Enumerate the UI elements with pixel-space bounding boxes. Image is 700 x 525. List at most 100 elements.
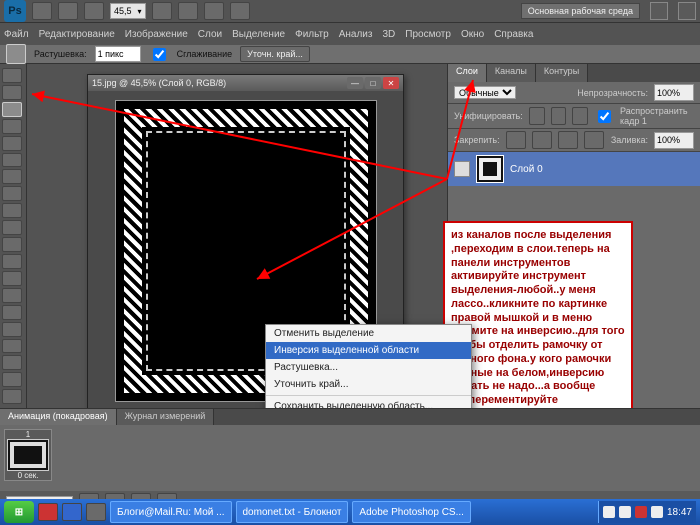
tab-paths[interactable]: Контуры [536, 64, 588, 82]
menu-select[interactable]: Выделение [232, 29, 285, 40]
layer-thumbnail[interactable] [476, 155, 504, 183]
bottom-panels: Анимация (покадровая) Журнал измерений 1… [0, 408, 700, 499]
unify-style-icon[interactable] [572, 107, 588, 125]
start-button[interactable]: ⊞ [4, 501, 34, 523]
unify-row: Унифицировать: Распространить кадр 1 [448, 104, 700, 129]
opacity-input[interactable] [654, 84, 694, 101]
antialias-checkbox[interactable] [153, 48, 166, 61]
task-button[interactable]: domonet.txt - Блокнот [236, 501, 349, 523]
lock-move-icon[interactable] [558, 131, 578, 149]
context-menu-item[interactable]: Инверсия выделенной области [266, 342, 471, 359]
context-menu-item[interactable]: Отменить выделение [266, 325, 471, 342]
animation-frame[interactable]: 1 0 сек. [4, 429, 52, 481]
doc-maximize-icon[interactable]: □ [365, 77, 381, 89]
menu-window[interactable]: Окно [461, 29, 484, 40]
task-button[interactable]: Adobe Photoshop CS... [352, 501, 471, 523]
hand-icon[interactable] [152, 2, 172, 20]
fill-input[interactable] [654, 132, 694, 149]
screen-mode-icon[interactable] [84, 2, 104, 20]
brush-tool-icon[interactable] [2, 186, 22, 201]
wand-tool-icon[interactable] [2, 119, 22, 134]
menu-file[interactable]: Файл [4, 29, 29, 40]
bridge-icon[interactable] [32, 2, 52, 20]
path-tool-icon[interactable] [2, 339, 22, 354]
active-tool-icon[interactable] [6, 44, 26, 64]
task-button[interactable]: Блоги@Mail.Ru: Мой ... [110, 501, 232, 523]
context-menu-item[interactable]: Растушевка... [266, 359, 471, 376]
refine-edge-button[interactable]: Уточн. край... [240, 46, 310, 62]
unify-pos-icon[interactable] [529, 107, 545, 125]
menu-edit[interactable]: Редактирование [39, 29, 115, 40]
feather-input[interactable] [95, 46, 141, 62]
frame-duration[interactable]: 0 сек. [18, 471, 39, 480]
context-menu: Отменить выделениеИнверсия выделенной об… [265, 324, 472, 408]
eraser-tool-icon[interactable] [2, 237, 22, 252]
menu-filter[interactable]: Фильтр [295, 29, 329, 40]
workspace-badge[interactable]: Основная рабочая среда [521, 3, 640, 19]
lock-trans-icon[interactable] [506, 131, 526, 149]
document-titlebar[interactable]: 15.jpg @ 45,5% (Слой 0, RGB/8) — □ ✕ [88, 75, 403, 91]
menu-help[interactable]: Справка [494, 29, 533, 40]
tray-avira-icon[interactable] [635, 506, 647, 518]
type-tool-icon[interactable] [2, 322, 22, 337]
fill-label: Заливка: [611, 135, 648, 145]
stamp-tool-icon[interactable] [2, 203, 22, 218]
hand-tool-icon[interactable] [2, 389, 22, 404]
dodge-tool-icon[interactable] [2, 288, 22, 303]
arrange-icon[interactable] [230, 2, 250, 20]
blur-tool-icon[interactable] [2, 271, 22, 286]
eyedropper-tool-icon[interactable] [2, 153, 22, 168]
menu-view[interactable]: Просмотр [405, 29, 451, 40]
lock-all-icon[interactable] [584, 131, 604, 149]
tab-channels[interactable]: Каналы [487, 64, 536, 82]
toolbox [0, 64, 27, 408]
zoom-combo[interactable]: 45,5 [110, 3, 146, 19]
marquee-tool-icon[interactable] [2, 85, 22, 100]
ws-new-icon[interactable] [650, 2, 668, 20]
doc-close-icon[interactable]: ✕ [383, 77, 399, 89]
menu-image[interactable]: Изображение [125, 29, 188, 40]
gradient-tool-icon[interactable] [2, 254, 22, 269]
menu-analysis[interactable]: Анализ [339, 29, 373, 40]
tray-icon[interactable] [603, 506, 615, 518]
blend-row: Обычные Непрозрачность: [448, 82, 700, 104]
move-tool-icon[interactable] [2, 68, 22, 83]
context-menu-item[interactable]: Сохранить выделенную область... [266, 398, 471, 408]
shape-tool-icon[interactable] [2, 355, 22, 370]
visibility-icon[interactable] [454, 161, 470, 177]
rotate-icon[interactable] [204, 2, 224, 20]
feather-label: Растушевка: [34, 49, 87, 59]
lock-paint-icon[interactable] [532, 131, 552, 149]
document-title: 15.jpg @ 45,5% (Слой 0, RGB/8) [92, 78, 226, 88]
heal-tool-icon[interactable] [2, 169, 22, 184]
windows-taskbar: ⊞ Блоги@Mail.Ru: Мой ... domonet.txt - Б… [0, 499, 700, 525]
unify-vis-icon[interactable] [551, 107, 567, 125]
history-brush-icon[interactable] [2, 220, 22, 235]
pen-tool-icon[interactable] [2, 305, 22, 320]
ws-menu-icon[interactable] [678, 2, 696, 20]
bottom-tabs: Анимация (покадровая) Журнал измерений [0, 409, 700, 425]
layer-row[interactable]: Слой 0 [448, 152, 700, 186]
propagate-checkbox[interactable] [598, 110, 611, 123]
menu-3d[interactable]: 3D [382, 29, 395, 40]
ql-mail-icon[interactable] [62, 503, 82, 521]
ql-opera-icon[interactable] [38, 503, 58, 521]
tab-animation[interactable]: Анимация (покадровая) [0, 409, 117, 425]
lock-label: Закрепить: [454, 135, 500, 145]
layer-name[interactable]: Слой 0 [510, 164, 543, 175]
context-menu-item[interactable]: Уточнить край... [266, 376, 471, 393]
tray-icon[interactable] [619, 506, 631, 518]
layout-icon[interactable] [58, 2, 78, 20]
tray-icon[interactable] [651, 506, 663, 518]
3d-tool-icon[interactable] [2, 372, 22, 387]
tab-measurement-log[interactable]: Журнал измерений [117, 409, 215, 425]
zoom-icon[interactable] [178, 2, 198, 20]
ql-desktop-icon[interactable] [86, 503, 106, 521]
doc-minimize-icon[interactable]: — [347, 77, 363, 89]
clock[interactable]: 18:47 [667, 507, 692, 518]
menu-layer[interactable]: Слои [198, 29, 222, 40]
tab-layers[interactable]: Слои [448, 64, 487, 82]
crop-tool-icon[interactable] [2, 136, 22, 151]
lasso-tool-icon[interactable] [2, 102, 22, 117]
blend-mode-select[interactable]: Обычные [454, 86, 516, 99]
